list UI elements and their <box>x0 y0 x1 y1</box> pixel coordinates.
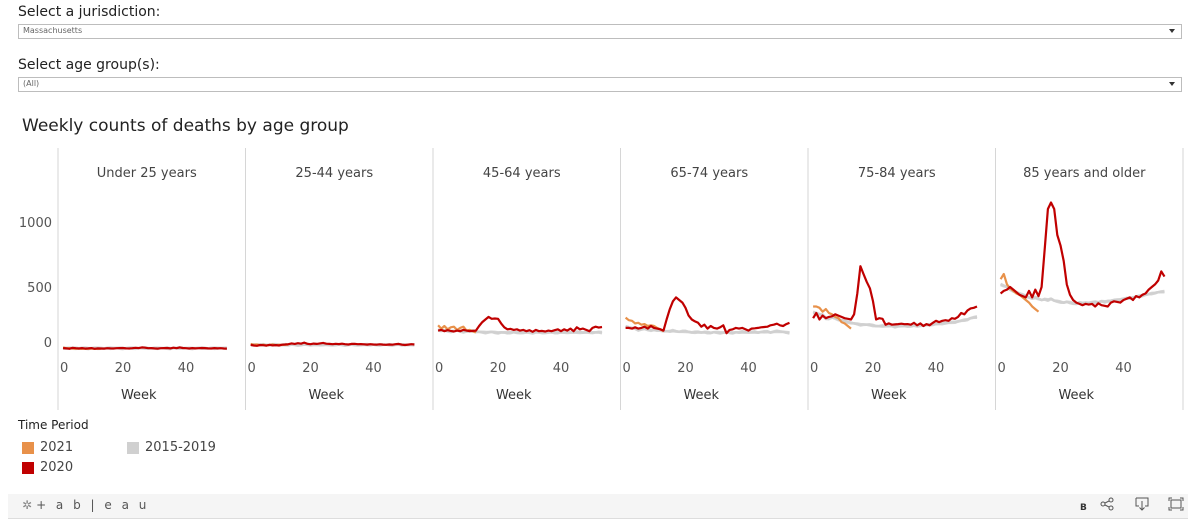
x-tick-label: 20 <box>677 361 694 376</box>
x-tick-label: 0 <box>810 361 818 376</box>
legend-swatch-2021 <box>22 441 34 454</box>
chevron-down-icon[interactable] <box>1169 82 1175 86</box>
x-tick-label: 40 <box>928 361 945 376</box>
download-icon[interactable] <box>1134 497 1150 514</box>
series-line-2020 <box>62 346 227 350</box>
legend-swatch-2015-2019 <box>127 441 139 454</box>
jurisdiction-select[interactable]: Massachusetts <box>18 24 1182 39</box>
legend-label: 2020 <box>40 460 74 475</box>
panel-title: 25-44 years <box>295 166 373 181</box>
panel-title: 65-74 years <box>670 166 748 181</box>
panel-title: 85 years and older <box>1023 166 1146 181</box>
chevron-down-icon[interactable] <box>1169 29 1175 33</box>
tableau-logo-icon: ✲ <box>22 498 33 512</box>
x-tick-label: 20 <box>490 361 507 376</box>
fullscreen-icon[interactable] <box>1168 497 1184 514</box>
x-tick-label: 40 <box>365 361 382 376</box>
x-tick-label: 40 <box>178 361 195 376</box>
legend-item-2021[interactable]: 2021 <box>22 440 73 455</box>
x-axis-label: Week <box>496 388 532 403</box>
chart-title: Weekly counts of deaths by age group <box>22 116 349 136</box>
small-multiples-chart: 0 500 1000 Under 25 years 0 20 40 Week 25-44 yea… <box>19 148 1184 410</box>
tableau-logo[interactable]: ✲ + a b | e a u <box>22 498 149 512</box>
x-tick-label: 0 <box>623 361 631 376</box>
y-tick-label: 500 <box>27 281 52 296</box>
legend-item-2015-2019[interactable]: 2015-2019 <box>127 440 216 455</box>
x-axis-label: Week <box>121 388 157 403</box>
age-group-value: (All) <box>23 79 40 88</box>
x-tick-label: 20 <box>302 361 319 376</box>
panel-title: Under 25 years <box>97 166 197 181</box>
x-tick-label: 20 <box>1052 361 1069 376</box>
series-line-2020 <box>625 296 790 335</box>
x-tick-label: 20 <box>115 361 132 376</box>
age-group-label: Select age group(s): <box>18 57 160 73</box>
series-line-2020 <box>437 315 603 333</box>
b-label: B <box>1080 503 1087 513</box>
y-tick-label: 0 <box>44 336 52 351</box>
share-icon[interactable] <box>1100 497 1114 514</box>
x-axis-label: Week <box>1058 388 1094 403</box>
legend-label: 2021 <box>40 440 74 455</box>
legend-label: 2015-2019 <box>145 440 216 455</box>
jurisdiction-label: Select a jurisdiction: <box>18 4 161 20</box>
x-axis-label: Week <box>683 388 719 403</box>
legend-swatch-2020 <box>22 461 34 474</box>
x-axis-label: Week <box>308 388 344 403</box>
x-tick-label: 40 <box>1115 361 1132 376</box>
tableau-toolbar: ✲ + a b | e a u B <box>8 494 1188 519</box>
x-tick-label: 0 <box>435 361 443 376</box>
legend-item-2020[interactable]: 2020 <box>22 460 73 475</box>
y-tick-label: 1000 <box>19 216 52 231</box>
x-tick-label: 40 <box>553 361 570 376</box>
age-group-select[interactable]: (All) <box>18 77 1182 92</box>
series-line-2020 <box>999 201 1166 308</box>
x-tick-label: 0 <box>248 361 256 376</box>
legend-title: Time Period <box>18 418 89 432</box>
jurisdiction-value: Massachusetts <box>23 26 83 35</box>
x-tick-label: 0 <box>60 361 68 376</box>
x-tick-label: 20 <box>865 361 882 376</box>
x-tick-label: 0 <box>998 361 1006 376</box>
x-axis-label: Week <box>871 388 907 403</box>
panel-title: 45-64 years <box>483 166 561 181</box>
panel-title: 75-84 years <box>858 166 936 181</box>
x-tick-label: 40 <box>740 361 757 376</box>
